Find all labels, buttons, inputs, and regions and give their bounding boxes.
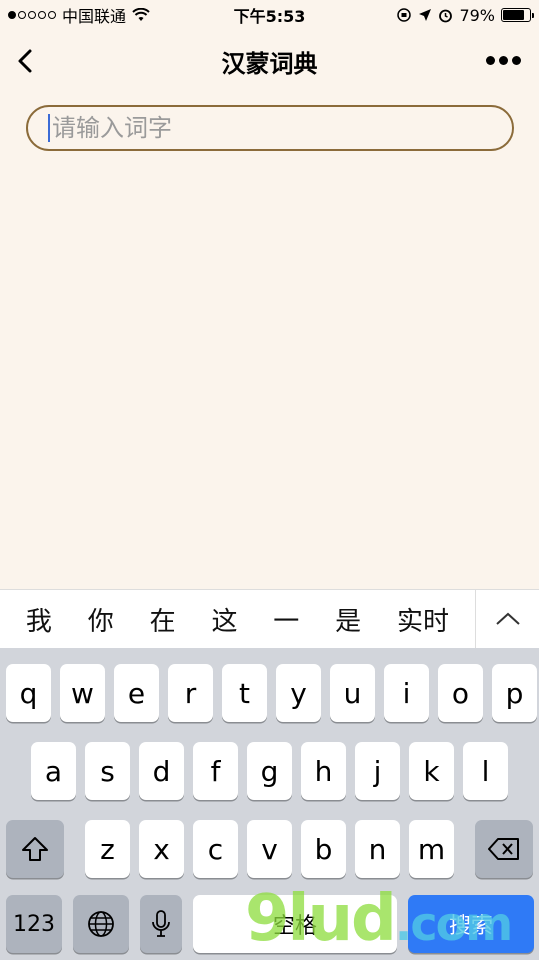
key-m[interactable]: m	[409, 820, 454, 878]
candidate-word[interactable]: 实时	[391, 601, 455, 638]
key-x[interactable]: x	[139, 820, 184, 878]
page-title: 汉蒙词典	[221, 49, 318, 78]
battery-percent: 79%	[459, 5, 495, 25]
key-a[interactable]: a	[31, 742, 76, 800]
globe-key[interactable]	[73, 895, 129, 953]
chevron-up-icon	[495, 612, 520, 625]
key-h[interactable]: h	[301, 742, 346, 800]
signal-icon	[8, 11, 56, 19]
search-input[interactable]	[52, 114, 472, 142]
rotation-lock-icon	[397, 8, 412, 22]
key-s[interactable]: s	[85, 742, 130, 800]
key-l[interactable]: l	[463, 742, 508, 800]
key-r[interactable]: r	[168, 664, 213, 722]
key-g[interactable]: g	[247, 742, 292, 800]
search-box[interactable]	[26, 105, 514, 151]
expand-candidates-button[interactable]	[475, 589, 539, 649]
key-z[interactable]: z	[85, 820, 130, 878]
status-left: 中国联通	[8, 3, 150, 27]
battery-fill	[503, 10, 524, 20]
space-key[interactable]: 空格	[193, 895, 397, 953]
alarm-icon	[439, 9, 453, 22]
key-i[interactable]: i	[384, 664, 429, 722]
carrier-label: 中国联通	[62, 7, 127, 26]
search-key[interactable]: 搜索	[408, 895, 534, 953]
text-caret	[48, 114, 50, 142]
delete-key[interactable]	[475, 820, 533, 878]
key-n[interactable]: n	[355, 820, 400, 878]
wifi-icon	[132, 8, 150, 21]
back-arrow-icon[interactable]	[12, 46, 42, 76]
key-j[interactable]: j	[355, 742, 400, 800]
candidate-word[interactable]: 一	[267, 601, 305, 638]
key-k[interactable]: k	[409, 742, 454, 800]
key-t[interactable]: t	[222, 664, 267, 722]
candidate-bar: 我你在这一是实时	[0, 589, 539, 649]
key-e[interactable]: e	[114, 664, 159, 722]
keyboard: 123 空格 搜索 qwertyuiop asdfghjkl zxcvbnm	[0, 648, 539, 960]
key-b[interactable]: b	[301, 820, 346, 878]
key-c[interactable]: c	[193, 820, 238, 878]
key-f[interactable]: f	[193, 742, 238, 800]
candidate-list: 我你在这一是实时	[0, 601, 475, 638]
key-v[interactable]: v	[247, 820, 292, 878]
backspace-icon	[488, 838, 519, 860]
key-p[interactable]: p	[492, 664, 537, 722]
status-time: 下午5:53	[233, 7, 306, 26]
key-q[interactable]: q	[6, 664, 51, 722]
microphone-icon	[152, 910, 170, 937]
candidate-word[interactable]: 我	[20, 601, 58, 638]
key-y[interactable]: y	[276, 664, 321, 722]
key-u[interactable]: u	[330, 664, 375, 722]
shift-key[interactable]	[6, 820, 64, 878]
key-w[interactable]: w	[60, 664, 105, 722]
key-d[interactable]: d	[139, 742, 184, 800]
status-right: 79%	[396, 5, 534, 25]
nav-bar: 汉蒙词典	[0, 36, 539, 86]
key-o[interactable]: o	[438, 664, 483, 722]
numbers-key[interactable]: 123	[6, 895, 62, 953]
shift-icon	[22, 837, 48, 861]
globe-icon	[88, 911, 114, 937]
location-icon	[419, 9, 432, 21]
candidate-word[interactable]: 这	[205, 601, 243, 638]
candidate-word[interactable]: 在	[144, 601, 182, 638]
microphone-key[interactable]	[140, 895, 182, 953]
status-bar: 中国联通 下午5:53 79%	[0, 0, 539, 30]
more-options-icon[interactable]	[486, 56, 521, 65]
candidate-word[interactable]: 你	[82, 601, 120, 638]
candidate-word[interactable]: 是	[329, 601, 367, 638]
battery-icon	[501, 8, 534, 22]
